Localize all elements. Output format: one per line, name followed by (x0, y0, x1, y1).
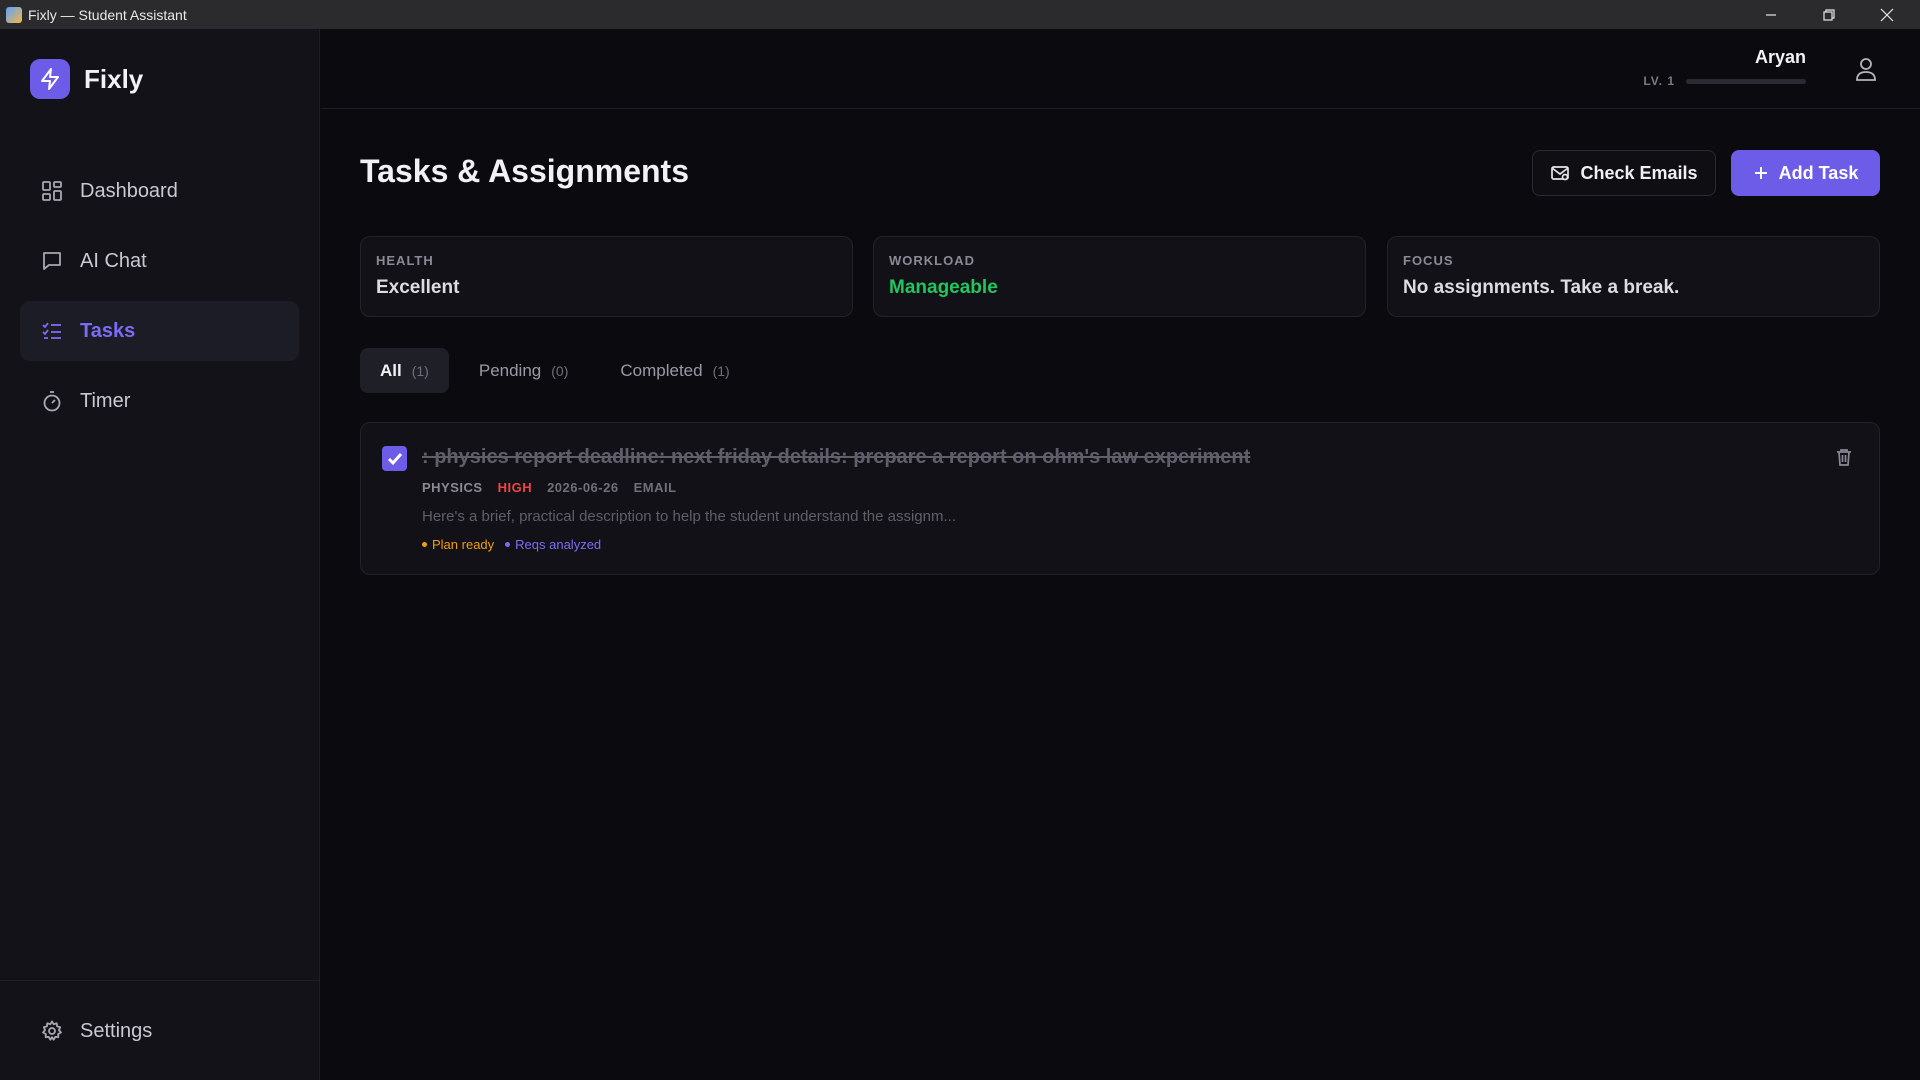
sidebar-item-timer[interactable]: Timer (20, 371, 299, 431)
trash-icon (1837, 449, 1851, 466)
sidebar-item-settings[interactable]: Settings (20, 1001, 299, 1061)
sidebar-item-label: Timer (80, 389, 131, 412)
stopwatch-icon (40, 389, 64, 413)
stat-card-workload: WORKLOAD Manageable (873, 236, 1366, 317)
task-filter-tabs: All (1) Pending (0) Completed (1) (360, 348, 754, 393)
stat-value: Excellent (376, 277, 460, 298)
sidebar-item-tasks[interactable]: Tasks (20, 301, 299, 361)
page-title: Tasks & Assignments (360, 153, 689, 189)
brand[interactable]: Fixly (30, 59, 143, 99)
tag-dot (422, 542, 427, 547)
plus-icon (1754, 167, 1767, 179)
sidebar-item-label: Tasks (80, 319, 136, 342)
stat-label: HEALTH (376, 253, 434, 268)
tag-label: Reqs analyzed (515, 537, 602, 552)
task-tags: Plan ready Reqs analyzed (422, 537, 612, 552)
sidebar-nav: Dashboard AI Chat Tasks Timer (20, 161, 299, 441)
gear-icon (40, 1019, 64, 1043)
sidebar-footer: Settings (0, 980, 320, 1080)
stat-card-health: HEALTH Excellent (360, 236, 853, 317)
stat-label: FOCUS (1403, 253, 1454, 268)
user-profile-icon[interactable] (1852, 55, 1880, 83)
tab-count: (0) (551, 362, 569, 379)
chat-bubble-icon (40, 249, 64, 273)
top-header: Aryan LV. 1 (321, 29, 1920, 109)
tab-completed[interactable]: Completed (1) (600, 348, 749, 393)
tab-label: All (380, 360, 402, 380)
tag-label: Plan ready (432, 537, 495, 552)
checkmark-icon (387, 452, 402, 465)
tasks-list-icon (40, 319, 64, 343)
task-meta: PHYSICS HIGH 2026-06-26 EMAIL (422, 480, 692, 495)
task-subject: PHYSICS (422, 480, 483, 495)
stat-label: WORKLOAD (889, 253, 975, 268)
tab-label: Completed (620, 360, 703, 380)
user-level: LV. 1 (1643, 74, 1675, 88)
sidebar: Fixly Dashboard AI Chat Tasks Timer Sett… (0, 29, 320, 1080)
minimize-icon (1766, 13, 1776, 16)
stat-value: No assignments. Take a break. (1403, 277, 1680, 298)
tab-pending[interactable]: Pending (0) (459, 348, 589, 393)
sidebar-item-dashboard[interactable]: Dashboard (20, 161, 299, 221)
restore-button[interactable] (1800, 0, 1858, 29)
close-icon (1880, 8, 1894, 21)
close-button[interactable] (1858, 0, 1916, 29)
task-source: EMAIL (633, 480, 677, 495)
add-task-button[interactable]: Add Task (1731, 150, 1880, 196)
window-titlebar: Fixly — Student Assistant (0, 0, 1920, 29)
tag-plan-ready: Plan ready (422, 537, 494, 552)
dashboard-grid-icon (40, 179, 64, 203)
mail-icon (1551, 166, 1570, 181)
delete-task-button[interactable] (1833, 446, 1855, 468)
window-title: Fixly — Student Assistant (28, 6, 187, 23)
stat-card-focus: FOCUS No assignments. Take a break. (1387, 236, 1880, 317)
sidebar-item-ai-chat[interactable]: AI Chat (20, 231, 299, 291)
stat-value: Manageable (889, 277, 998, 298)
task-card[interactable]: : physics report deadline: next friday d… (360, 422, 1880, 575)
tag-reqs-analyzed: Reqs analyzed (505, 537, 601, 552)
add-task-label: Add Task (1778, 162, 1859, 183)
task-due-date: 2026-06-26 (547, 480, 619, 495)
restore-icon (1823, 8, 1835, 21)
app-icon (6, 6, 22, 23)
task-priority: HIGH (497, 480, 533, 495)
xp-progress-bar (1686, 79, 1806, 84)
task-description: Here's a brief, practical description to… (422, 508, 956, 525)
sidebar-item-label: Dashboard (80, 179, 178, 202)
sidebar-item-label: Settings (80, 1019, 153, 1042)
tab-all[interactable]: All (1) (360, 348, 449, 393)
task-title: : physics report deadline: next friday d… (422, 446, 1251, 468)
task-complete-checkbox[interactable] (382, 446, 407, 471)
tab-label: Pending (478, 360, 542, 380)
brand-name: Fixly (84, 63, 144, 94)
tab-count: (1) (712, 362, 730, 379)
check-emails-label: Check Emails (1580, 162, 1698, 183)
minimize-button[interactable] (1742, 0, 1800, 29)
tag-dot (505, 542, 511, 547)
sidebar-item-label: AI Chat (80, 249, 147, 272)
check-emails-button[interactable]: Check Emails (1532, 150, 1716, 196)
user-name: Aryan (1754, 47, 1806, 67)
lightning-bolt-icon (30, 59, 70, 99)
tab-count: (1) (411, 362, 429, 379)
